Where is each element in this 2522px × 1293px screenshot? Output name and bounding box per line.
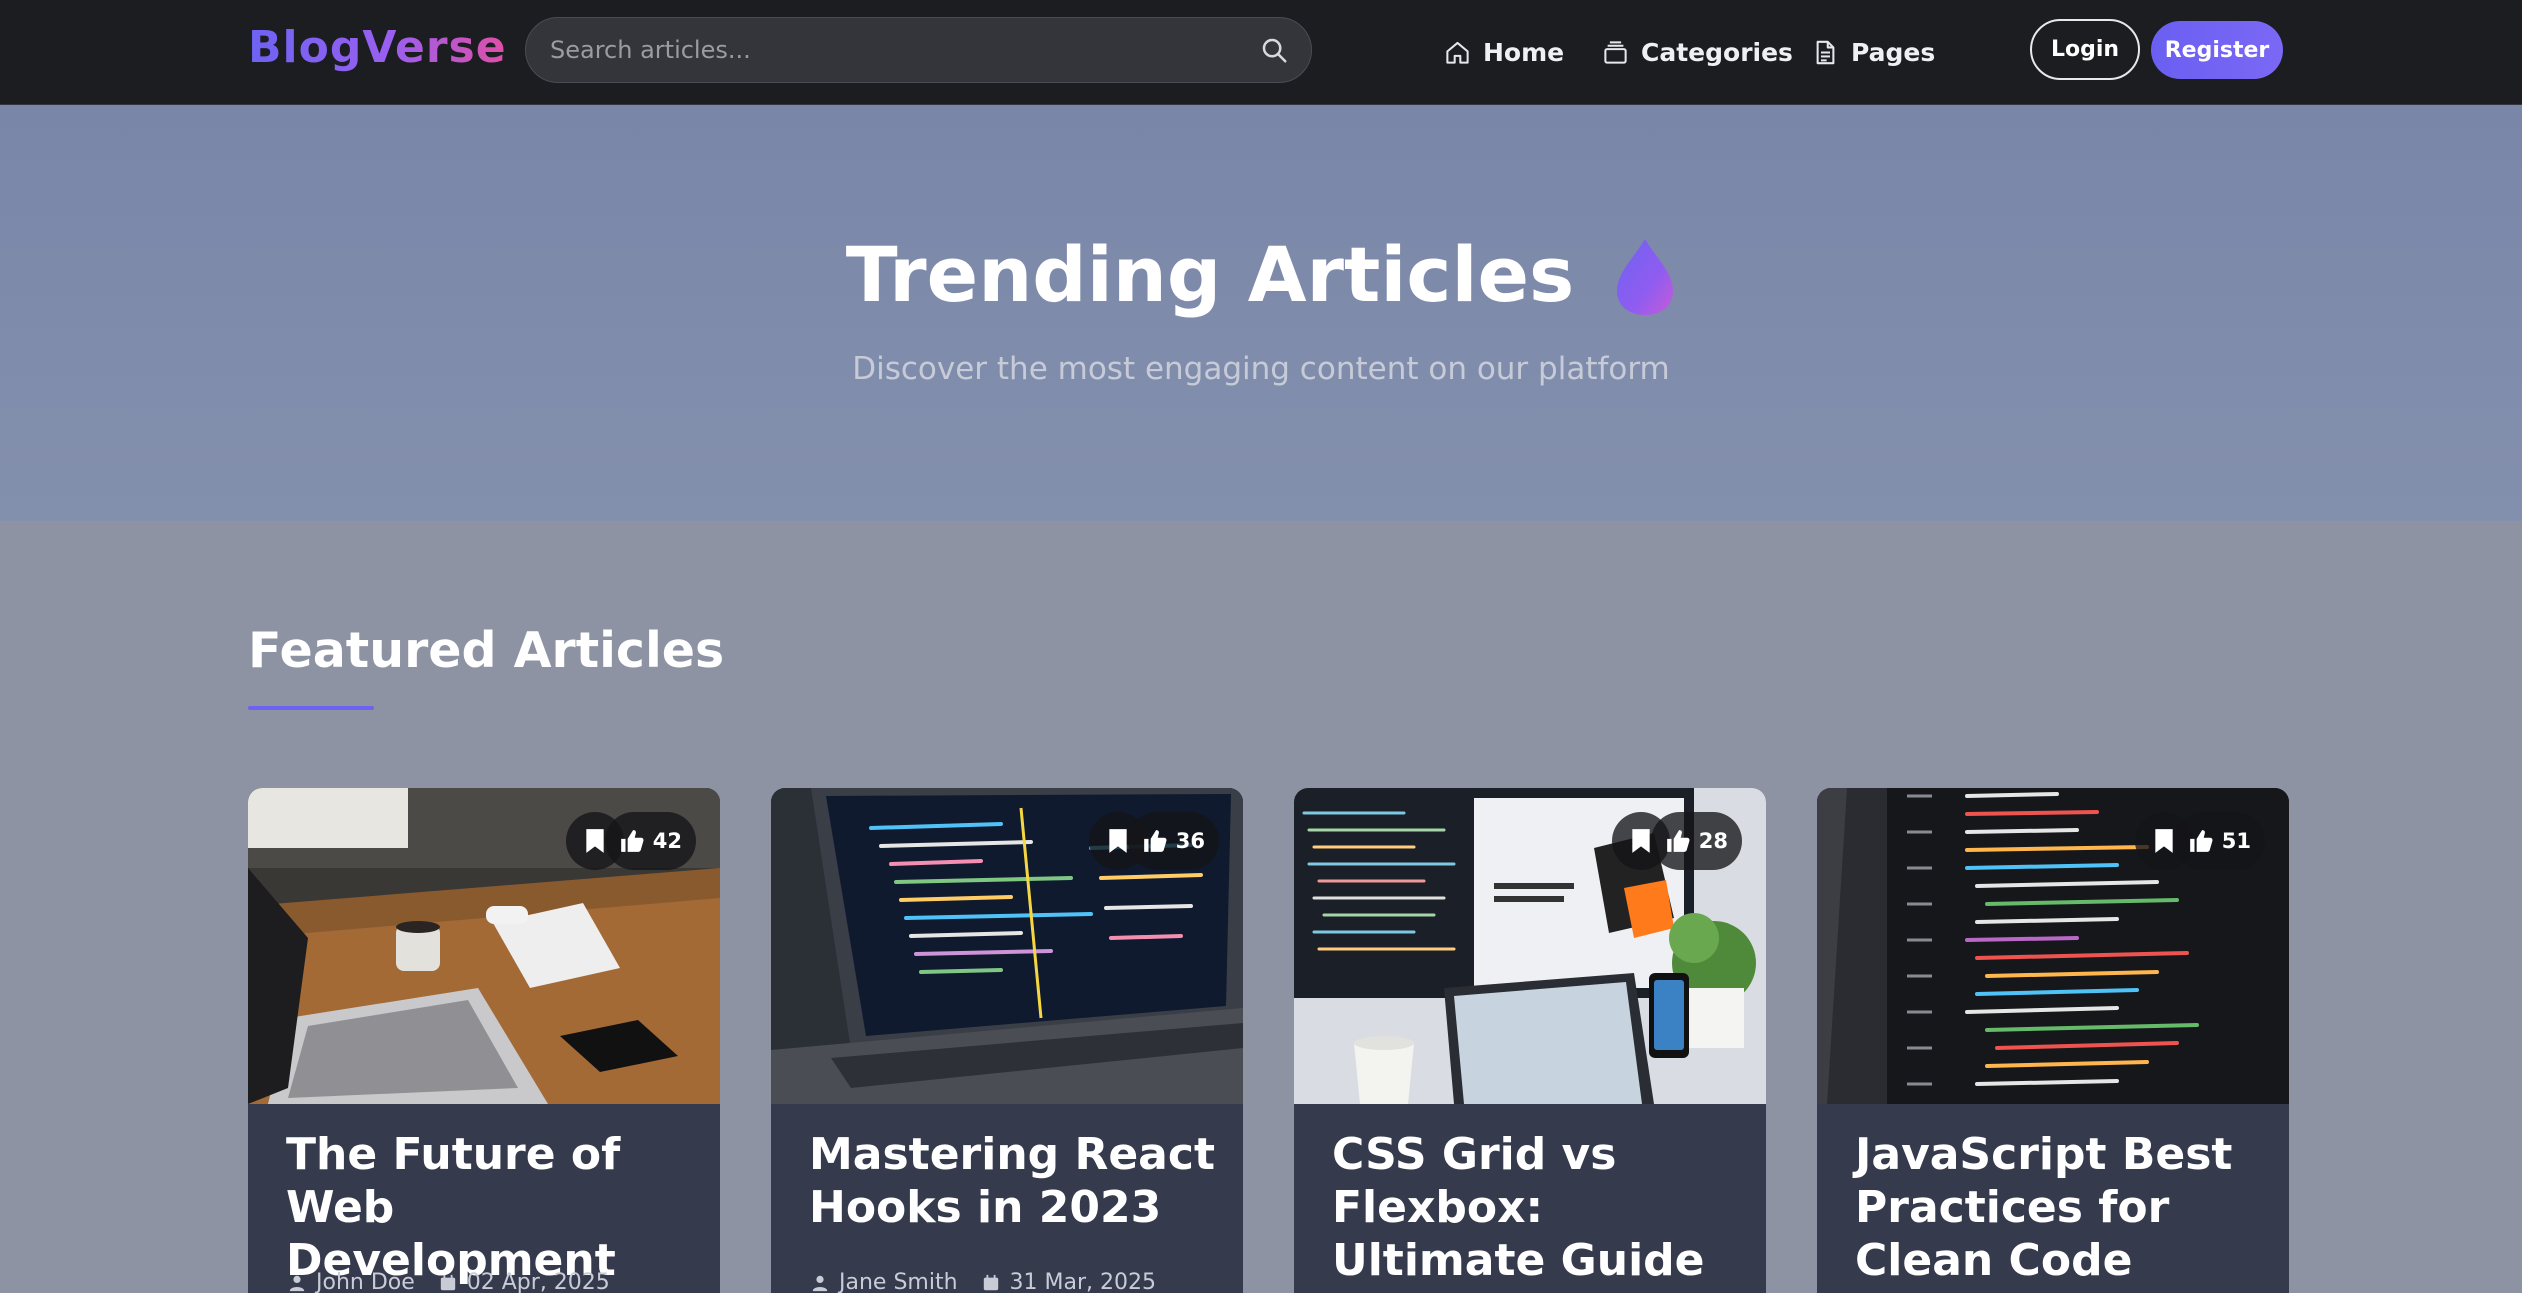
article-card-body: CSS Grid vs Flexbox: Ultimate Guide <box>1294 1104 1766 1293</box>
bookmark-icon <box>1109 829 1127 853</box>
register-button[interactable]: Register <box>2151 21 2283 79</box>
thumbs-up-icon <box>2189 830 2213 852</box>
top-navbar: BlogVerse Home Categories Pages Login Re… <box>0 0 2522 105</box>
article-meta: Jane Smith 31 Mar, 2025 <box>811 1270 1156 1293</box>
thumbs-up-icon <box>620 830 644 852</box>
article-card-body: The Future of Web Development John Doe 0… <box>248 1104 720 1293</box>
section-title: Featured Articles <box>248 622 725 679</box>
article-author: John Doe <box>288 1270 415 1293</box>
nav-home[interactable]: Home <box>1444 32 1564 72</box>
document-icon <box>1816 40 1835 64</box>
article-author: Jane Smith <box>811 1270 958 1293</box>
article-title[interactable]: The Future of Web Development <box>286 1128 696 1287</box>
hero-banner: Trending Articles Discover the most enga… <box>0 105 2522 521</box>
layers-icon <box>1604 40 1627 64</box>
article-card-body: Mastering React Hooks in 2023 Jane Smith… <box>771 1104 1243 1293</box>
like-count: 51 <box>2221 829 2251 853</box>
article-image[interactable]: 51 <box>1817 788 2289 1104</box>
user-icon <box>289 1275 305 1291</box>
article-card[interactable]: 28 CSS Grid vs Flexbox: Ultimate Guide <box>1294 788 1766 1293</box>
article-image[interactable]: 42 <box>248 788 720 1104</box>
search-bar[interactable] <box>525 17 1312 83</box>
article-title[interactable]: CSS Grid vs Flexbox: Ultimate Guide <box>1332 1128 1742 1287</box>
nav-categories-label: Categories <box>1641 37 1793 67</box>
hero-title: Trending Articles <box>845 230 1575 319</box>
like-button[interactable]: 36 <box>1127 812 1219 870</box>
article-author-name: John Doe <box>316 1270 415 1293</box>
article-card[interactable]: 51 JavaScript Best Practices for Clean C… <box>1817 788 2289 1293</box>
nav-home-label: Home <box>1483 37 1565 67</box>
article-date: 02 Apr, 2025 <box>439 1270 610 1293</box>
home-icon <box>1446 41 1469 64</box>
login-button[interactable]: Login <box>2030 19 2140 80</box>
bookmark-icon <box>586 829 604 853</box>
like-count: 36 <box>1175 829 1205 853</box>
hero-subtitle: Discover the most engaging content on ou… <box>852 351 1670 387</box>
article-meta: John Doe 02 Apr, 2025 <box>288 1270 610 1293</box>
like-count: 42 <box>652 829 682 853</box>
user-icon <box>812 1275 828 1291</box>
article-author-name: Jane Smith <box>839 1270 958 1293</box>
article-date: 31 Mar, 2025 <box>982 1270 1156 1293</box>
like-button[interactable]: 28 <box>1650 812 1742 870</box>
like-button[interactable]: 42 <box>604 812 696 870</box>
calendar-icon <box>983 1274 998 1290</box>
calendar-icon <box>440 1274 455 1290</box>
article-date-text: 02 Apr, 2025 <box>466 1270 610 1293</box>
nav-pages[interactable]: Pages <box>1812 32 1935 72</box>
article-card[interactable]: 36 Mastering React Hooks in 2023 Jane Sm… <box>771 788 1243 1293</box>
fire-icon <box>1617 238 1674 315</box>
like-count: 28 <box>1698 829 1728 853</box>
brand-logo[interactable]: BlogVerse <box>248 22 507 73</box>
article-title[interactable]: Mastering React Hooks in 2023 <box>809 1128 1219 1234</box>
article-image[interactable]: 28 <box>1294 788 1766 1104</box>
nav-categories[interactable]: Categories <box>1602 32 1793 72</box>
search-icon[interactable] <box>1259 35 1289 65</box>
bookmark-icon <box>2155 829 2173 853</box>
article-card-body: JavaScript Best Practices for Clean Code <box>1817 1104 2289 1293</box>
nav-pages-label: Pages <box>1851 37 1936 67</box>
hero-title-row: Trending Articles <box>0 230 2522 319</box>
article-date-text: 31 Mar, 2025 <box>1009 1270 1157 1293</box>
section-title-underline <box>248 706 374 710</box>
search-input[interactable] <box>550 18 1230 82</box>
article-card[interactable]: 42 The Future of Web Development John Do… <box>248 788 720 1293</box>
article-title[interactable]: JavaScript Best Practices for Clean Code <box>1855 1128 2265 1287</box>
like-button[interactable]: 51 <box>2173 812 2265 870</box>
thumbs-up-icon <box>1143 830 1167 852</box>
bookmark-icon <box>1632 829 1650 853</box>
thumbs-up-icon <box>1666 830 1690 852</box>
article-image[interactable]: 36 <box>771 788 1243 1104</box>
